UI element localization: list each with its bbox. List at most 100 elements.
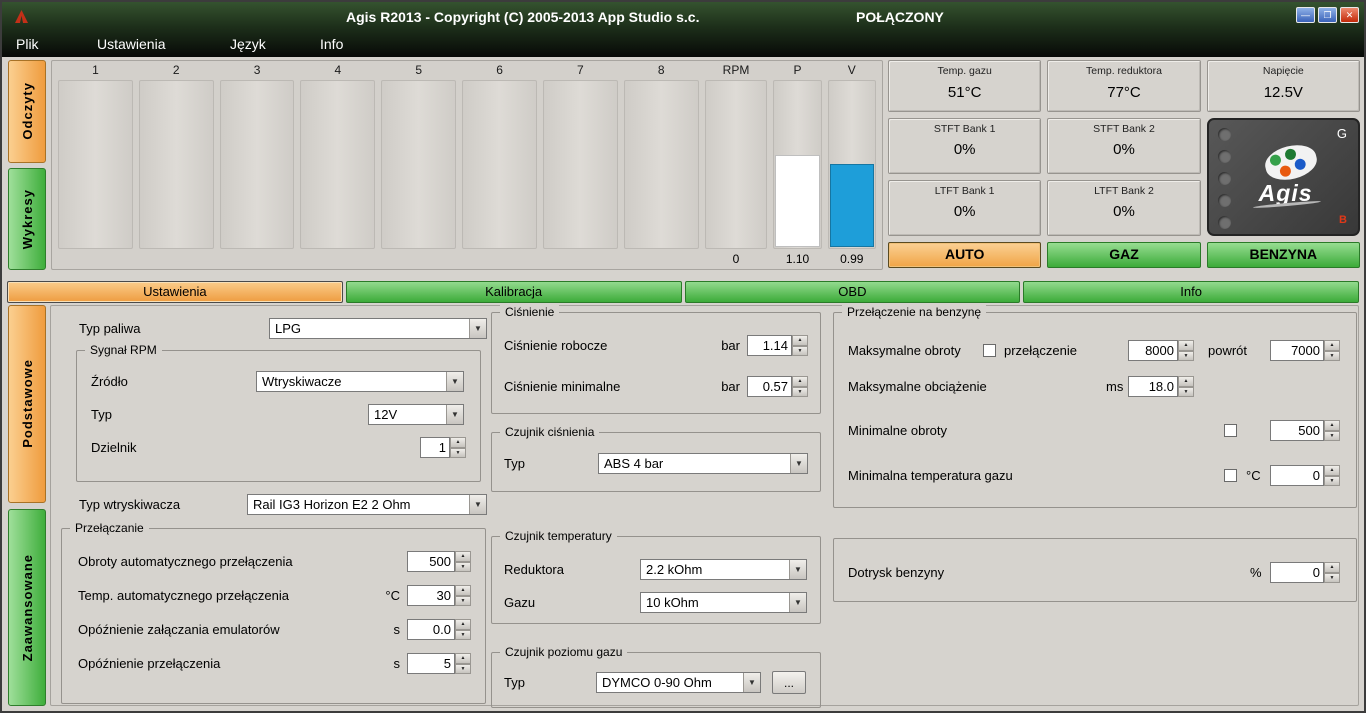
spin-up-icon[interactable]: ▲ <box>792 335 808 346</box>
typ-paliwa-select[interactable]: LPG▼ <box>269 318 487 339</box>
przelaczenie-checkbox[interactable] <box>983 344 996 357</box>
spin-up-icon[interactable]: ▲ <box>455 653 471 664</box>
obroty-przelaczenia-label: Obroty automatycznego przełączenia <box>78 554 293 569</box>
tab-kalibracja[interactable]: Kalibracja <box>346 281 682 303</box>
temp-przelaczenia-input-field[interactable] <box>407 585 455 606</box>
dropdown-arrow-icon[interactable]: ▼ <box>789 560 806 579</box>
powrot-input-field[interactable] <box>1270 340 1324 361</box>
spin-up-icon[interactable]: ▲ <box>1178 340 1194 351</box>
app-icon <box>15 10 28 23</box>
close-button[interactable]: ✕ <box>1340 7 1359 23</box>
tab-ustawienia[interactable]: Ustawienia <box>7 281 343 303</box>
dropdown-arrow-icon[interactable]: ▼ <box>469 319 486 338</box>
dzielnik-input-field[interactable] <box>420 437 450 458</box>
spin-up-icon[interactable]: ▲ <box>1324 420 1340 431</box>
spin-down-icon[interactable]: ▼ <box>1324 476 1340 487</box>
spin-up-icon[interactable]: ▲ <box>455 551 471 562</box>
spin-down-icon[interactable]: ▼ <box>1178 351 1194 362</box>
cisnienie-minimalne-input[interactable]: ▲▼ <box>747 376 808 397</box>
dropdown-arrow-icon[interactable]: ▼ <box>789 593 806 612</box>
menu-plik[interactable]: Plik <box>16 36 97 52</box>
typ-rpm-label: Typ <box>91 407 112 422</box>
group-przelaczanie: Przełączanie Obroty automatycznego przeł… <box>61 528 486 704</box>
maximize-button[interactable]: ❐ <box>1318 7 1337 23</box>
dzielnik-input[interactable]: ▲▼ <box>420 437 466 458</box>
spin-up-icon[interactable]: ▲ <box>1324 340 1340 351</box>
tab-podstawowe[interactable]: Podstawowe <box>8 305 46 503</box>
benzyna-button[interactable]: BENZYNA <box>1207 242 1360 268</box>
spin-up-icon[interactable]: ▲ <box>450 437 466 448</box>
opoznienie-przelaczenia-input[interactable]: ▲▼ <box>407 653 471 674</box>
max-obciazenie-row: Maksymalne obciążenie ms ▲▼ <box>834 375 1356 399</box>
spin-down-icon[interactable]: ▼ <box>455 664 471 675</box>
max-obroty-input[interactable]: ▲▼ <box>1128 340 1194 361</box>
tab-wykresy[interactable]: Wykresy <box>8 168 46 271</box>
dropdown-arrow-icon[interactable]: ▼ <box>743 673 760 692</box>
dropdown-arrow-icon[interactable]: ▼ <box>469 495 486 514</box>
spin-down-icon[interactable]: ▼ <box>792 346 808 357</box>
opoznienie-przelaczenia-input-field[interactable] <box>407 653 455 674</box>
gaz-button[interactable]: GAZ <box>1047 242 1200 268</box>
tab-obd[interactable]: OBD <box>685 281 1021 303</box>
tab-odczyty[interactable]: Odczyty <box>8 60 46 163</box>
spin-up-icon[interactable]: ▲ <box>455 619 471 630</box>
min-obroty-input-field[interactable] <box>1270 420 1324 441</box>
menu-info[interactable]: Info <box>320 36 343 52</box>
tab-info[interactable]: Info <box>1023 281 1359 303</box>
spin-down-icon[interactable]: ▼ <box>1178 387 1194 398</box>
chart-column-1: 1 <box>55 63 136 269</box>
spin-down-icon[interactable]: ▼ <box>455 596 471 607</box>
max-obroty-input-field[interactable] <box>1128 340 1178 361</box>
max-obciazenie-input-field[interactable] <box>1128 376 1178 397</box>
spin-down-icon[interactable]: ▼ <box>455 630 471 641</box>
dotrysk-input-field[interactable] <box>1270 562 1324 583</box>
reduktora-select[interactable]: 2.2 kOhm▼ <box>640 559 807 580</box>
min-temp-input-field[interactable] <box>1270 465 1324 486</box>
minimize-button[interactable]: — <box>1296 7 1315 23</box>
dropdown-arrow-icon[interactable]: ▼ <box>446 372 463 391</box>
spin-up-icon[interactable]: ▲ <box>1324 465 1340 476</box>
max-obciazenie-input[interactable]: ▲▼ <box>1128 376 1194 397</box>
min-temp-checkbox[interactable] <box>1224 469 1237 482</box>
temp-przelaczenia-input[interactable]: ▲▼ <box>407 585 471 606</box>
spin-up-icon[interactable]: ▲ <box>1178 376 1194 387</box>
auto-button[interactable]: AUTO <box>888 242 1041 268</box>
dropdown-arrow-icon[interactable]: ▼ <box>446 405 463 424</box>
obroty-przelaczenia-input[interactable]: ▲▼ <box>407 551 471 572</box>
menu-jezyk[interactable]: Język <box>230 36 320 52</box>
dotrysk-input[interactable]: ▲▼ <box>1270 562 1340 583</box>
min-temp-input[interactable]: ▲▼ <box>1270 465 1340 486</box>
spin-up-icon[interactable]: ▲ <box>792 376 808 387</box>
opoznienie-emulatorow-label: Opóźnienie załączania emulatorów <box>78 622 280 637</box>
typ-wtryskiwacza-select[interactable]: Rail IG3 Horizon E2 2 Ohm▼ <box>247 494 487 515</box>
obroty-przelaczenia-input-field[interactable] <box>407 551 455 572</box>
cisnienie-robocze-input[interactable]: ▲▼ <box>747 335 808 356</box>
zrodlo-select[interactable]: Wtryskiwacze▼ <box>256 371 464 392</box>
tab-zaawansowane[interactable]: Zaawansowane <box>8 509 46 707</box>
poziom-select[interactable]: DYMCO 0-90 Ohm▼ <box>596 672 761 693</box>
opoznienie-emulatorow-input-field[interactable] <box>407 619 455 640</box>
menu-ustawienia[interactable]: Ustawienia <box>97 36 230 52</box>
spin-down-icon[interactable]: ▼ <box>450 448 466 459</box>
spin-down-icon[interactable]: ▼ <box>792 387 808 398</box>
min-obroty-input[interactable]: ▲▼ <box>1270 420 1340 441</box>
powrot-input[interactable]: ▲▼ <box>1270 340 1340 361</box>
cisnienie-minimalne-input-field[interactable] <box>747 376 792 397</box>
cisnienie-robocze-input-field[interactable] <box>747 335 792 356</box>
dropdown-arrow-icon[interactable]: ▼ <box>790 454 807 473</box>
spin-down-icon[interactable]: ▼ <box>455 562 471 573</box>
spin-down-icon[interactable]: ▼ <box>1324 431 1340 442</box>
poziom-more-button[interactable]: ... <box>772 671 806 694</box>
gazu-select[interactable]: 10 kOhm▼ <box>640 592 807 613</box>
typ-rpm-select[interactable]: 12V▼ <box>368 404 464 425</box>
spin-up-icon[interactable]: ▲ <box>455 585 471 596</box>
spin-up-icon[interactable]: ▲ <box>1324 562 1340 573</box>
chart-value <box>139 249 214 269</box>
min-obroty-checkbox[interactable] <box>1224 424 1237 437</box>
titlebar[interactable]: Agis R2013 - Copyright (C) 2005-2013 App… <box>2 2 1364 31</box>
chart-value <box>381 249 456 269</box>
czujnik-cisnienia-select[interactable]: ABS 4 bar▼ <box>598 453 808 474</box>
spin-down-icon[interactable]: ▼ <box>1324 351 1340 362</box>
opoznienie-emulatorow-input[interactable]: ▲▼ <box>407 619 471 640</box>
spin-down-icon[interactable]: ▼ <box>1324 573 1340 584</box>
